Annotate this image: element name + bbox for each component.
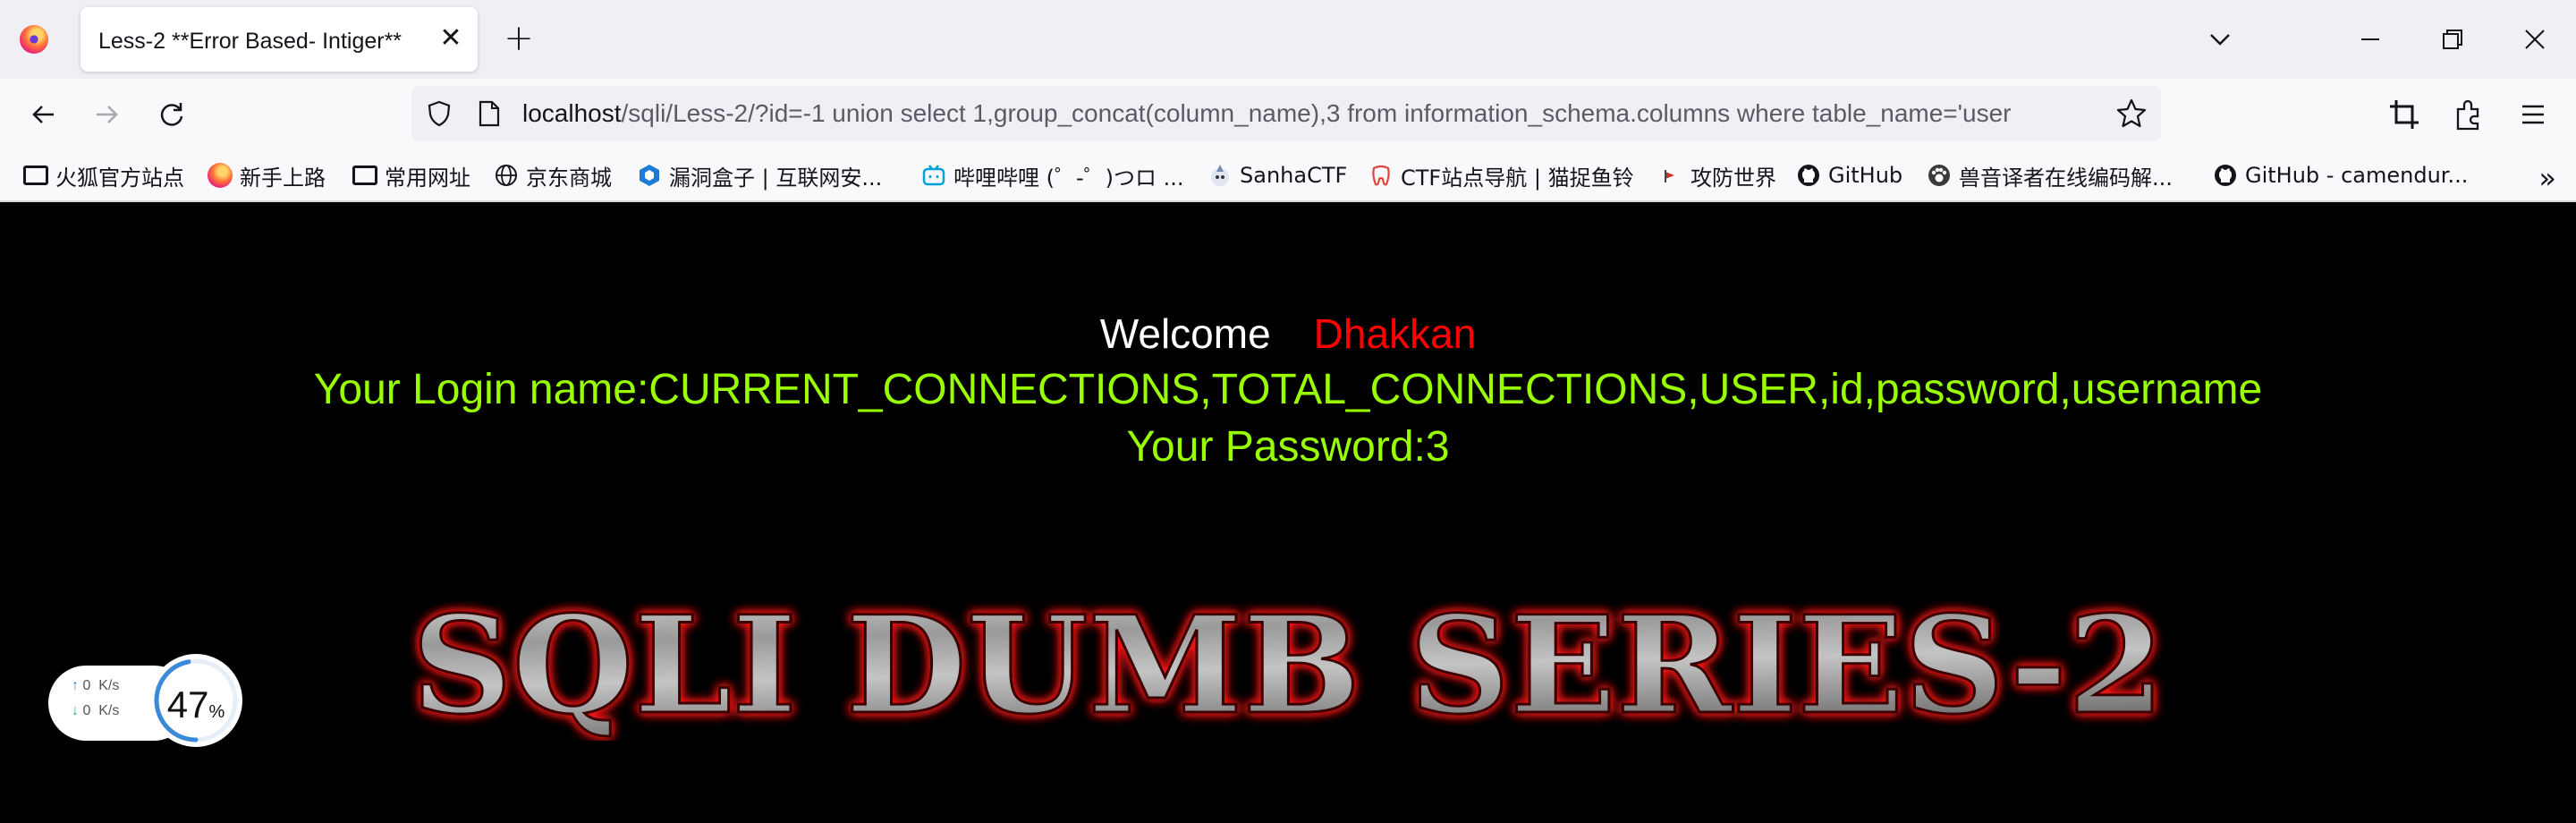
- screenshot-crop-icon[interactable]: [2386, 97, 2422, 132]
- bookmark-label: 哔哩哔哩 (゜-゜)つロ ...: [953, 165, 1184, 191]
- bookmark-item[interactable]: 攻防世界: [1658, 157, 1776, 193]
- firefox-logo-icon[interactable]: [20, 25, 48, 54]
- login-name-result: Your Login name:CURRENT_CONNECTIONS,TOTA…: [313, 366, 2263, 413]
- bookmark-item[interactable]: 漏洞盒子 | 互联网安...: [637, 157, 882, 193]
- bookmark-label: SanhaCTF: [1240, 163, 1348, 188]
- paw-icon: [1928, 165, 1950, 186]
- github-icon: [1798, 165, 1819, 186]
- url-bar[interactable]: localhost/sqli/Less-2/?id=-1 union selec…: [411, 86, 2161, 141]
- bookmark-item[interactable]: GitHub: [1796, 157, 1902, 193]
- firefox-icon: [208, 163, 233, 188]
- tab-active[interactable]: Less-2 **Error Based- Intiger** ✕: [80, 7, 478, 72]
- hexagon-icon: [640, 165, 659, 186]
- tab-strip: Less-2 **Error Based- Intiger** ✕ +: [0, 0, 2576, 79]
- bookmarks-overflow-chevron-icon[interactable]: »: [2538, 161, 2556, 195]
- tracking-protection-shield-icon[interactable]: [424, 98, 454, 129]
- bookmark-label: 漏洞盒子 | 互联网安...: [669, 165, 883, 191]
- extensions-puzzle-icon[interactable]: [2451, 97, 2487, 132]
- tooth-icon: [1372, 165, 1390, 186]
- user-name: Dhakkan: [1313, 310, 1477, 357]
- password-result: Your Password:3: [1126, 423, 1450, 471]
- navigation-toolbar: localhost/sqli/Less-2/?id=-1 union selec…: [0, 79, 2576, 148]
- bookmark-item[interactable]: SanhaCTF: [1208, 157, 1347, 193]
- download-speed: ↓ 0 K/s: [72, 703, 120, 718]
- folder-icon: [352, 165, 377, 185]
- bookmark-item[interactable]: 火狐官方站点: [23, 157, 184, 193]
- bookmarks-toolbar: 火狐官方站点 新手上路 常用网址 京东商城 漏洞盒子 | 互联网安... 哔哩哔…: [0, 148, 2576, 202]
- bookmark-label: 火狐官方站点: [55, 165, 184, 191]
- bookmark-star-icon[interactable]: [2114, 97, 2148, 131]
- upload-speed: ↑ 0 K/s: [72, 678, 120, 693]
- github-icon: [2215, 165, 2236, 186]
- bookmark-item[interactable]: 新手上路: [208, 157, 326, 193]
- bookmark-label: 京东商城: [526, 165, 612, 191]
- bookmark-label: 攻防世界: [1690, 165, 1776, 191]
- url-fade: [2054, 86, 2107, 141]
- bookmark-item[interactable]: 京东商城: [494, 157, 612, 193]
- bookmark-label: 兽音译者在线编码解...: [1959, 165, 2173, 191]
- restore-window-icon[interactable]: [2433, 20, 2472, 59]
- globe-icon: [496, 165, 517, 186]
- bookmark-label: 常用网址: [385, 165, 470, 191]
- hamburger-menu-icon[interactable]: [2515, 97, 2551, 132]
- memory-percent: 47%: [166, 683, 225, 725]
- tab-close-icon[interactable]: ✕: [436, 25, 465, 54]
- welcome-line: Welcome Dhakkan: [0, 310, 2576, 358]
- list-all-tabs-chevron-down-icon[interactable]: [2200, 20, 2240, 59]
- bookmark-item[interactable]: 哔哩哔哩 (゜-゜)つロ ...: [921, 157, 1184, 193]
- bilibili-icon: [922, 165, 945, 186]
- reload-icon[interactable]: [152, 95, 191, 134]
- page-info-icon[interactable]: [476, 98, 503, 129]
- forward-arrow-icon[interactable]: [88, 95, 127, 134]
- url-host: localhost: [522, 99, 622, 127]
- url-text[interactable]: localhost/sqli/Less-2/?id=-1 union selec…: [522, 99, 2011, 128]
- sqli-dumb-series-banner: SQLI DUMB SERIES-2: [411, 598, 2166, 741]
- welcome-text: Welcome: [1099, 310, 1271, 357]
- folder-icon: [23, 165, 48, 185]
- new-tab-button[interactable]: +: [501, 21, 537, 57]
- bookmark-label: CTF站点导航 | 猫捉鱼铃: [1401, 165, 1634, 191]
- banner-text: SQLI DUMB SERIES-2: [411, 598, 2165, 741]
- sanha-icon: [1211, 165, 1229, 186]
- bookmark-item[interactable]: 兽音译者在线编码解...: [1927, 157, 2173, 193]
- bookmark-item[interactable]: 常用网址: [352, 157, 470, 193]
- download-arrow-icon: ↓: [72, 703, 79, 718]
- url-path: /sqli/Less-2/?id=-1 union select 1,group…: [621, 99, 2012, 127]
- flag-icon: [1665, 170, 1674, 182]
- network-speed-widget[interactable]: ↑ 0 K/s ↓ 0 K/s 47%: [48, 654, 243, 747]
- bookmark-label: GitHub - camendur...: [2245, 163, 2469, 188]
- back-arrow-icon[interactable]: [23, 95, 63, 134]
- close-window-icon[interactable]: [2515, 20, 2555, 59]
- bookmark-item[interactable]: GitHub - camendur...: [2213, 157, 2468, 193]
- bookmark-label: 新手上路: [240, 165, 326, 191]
- upload-arrow-icon: ↑: [72, 678, 79, 693]
- page-content: Welcome Dhakkan Your Login name:CURRENT_C…: [0, 204, 2576, 823]
- tab-title: Less-2 **Error Based- Intiger**: [98, 29, 402, 54]
- bookmark-label: GitHub: [1828, 163, 1903, 188]
- minimize-window-icon[interactable]: [2351, 20, 2390, 59]
- bookmark-item[interactable]: CTF站点导航 | 猫捉鱼铃: [1368, 157, 1634, 193]
